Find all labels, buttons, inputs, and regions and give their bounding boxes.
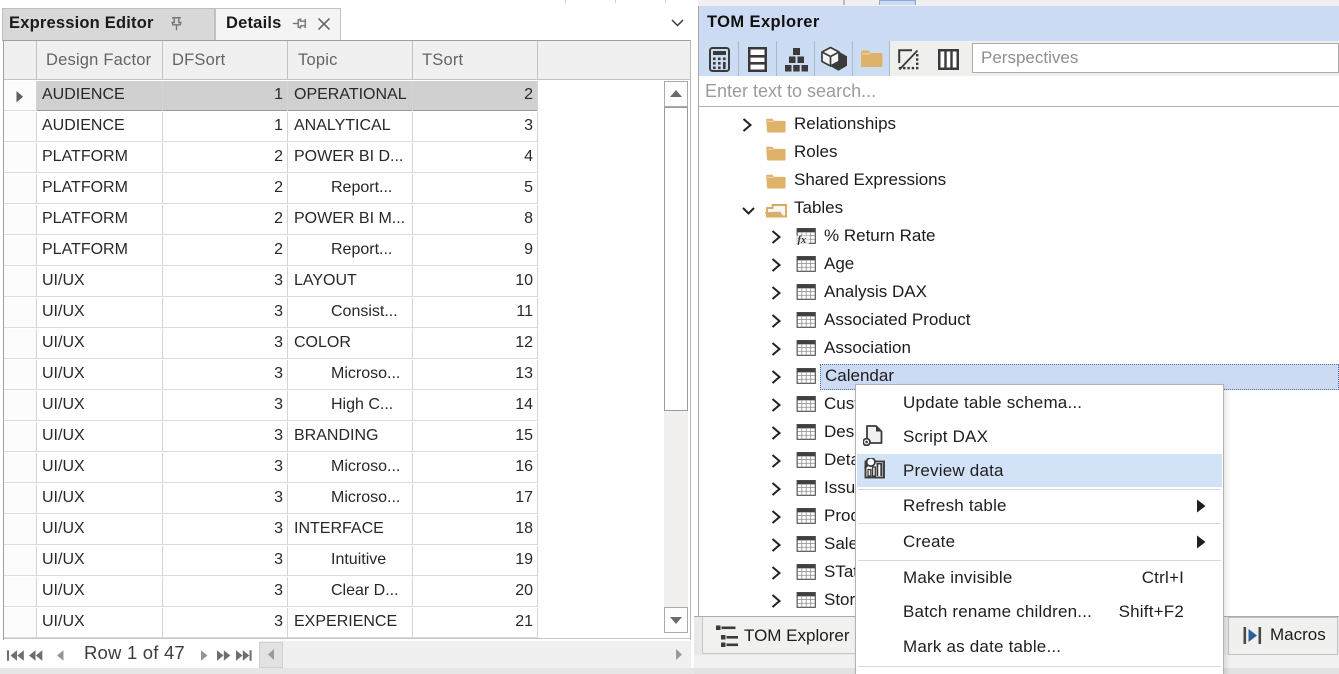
svg-text:fx: fx [798, 235, 807, 245]
